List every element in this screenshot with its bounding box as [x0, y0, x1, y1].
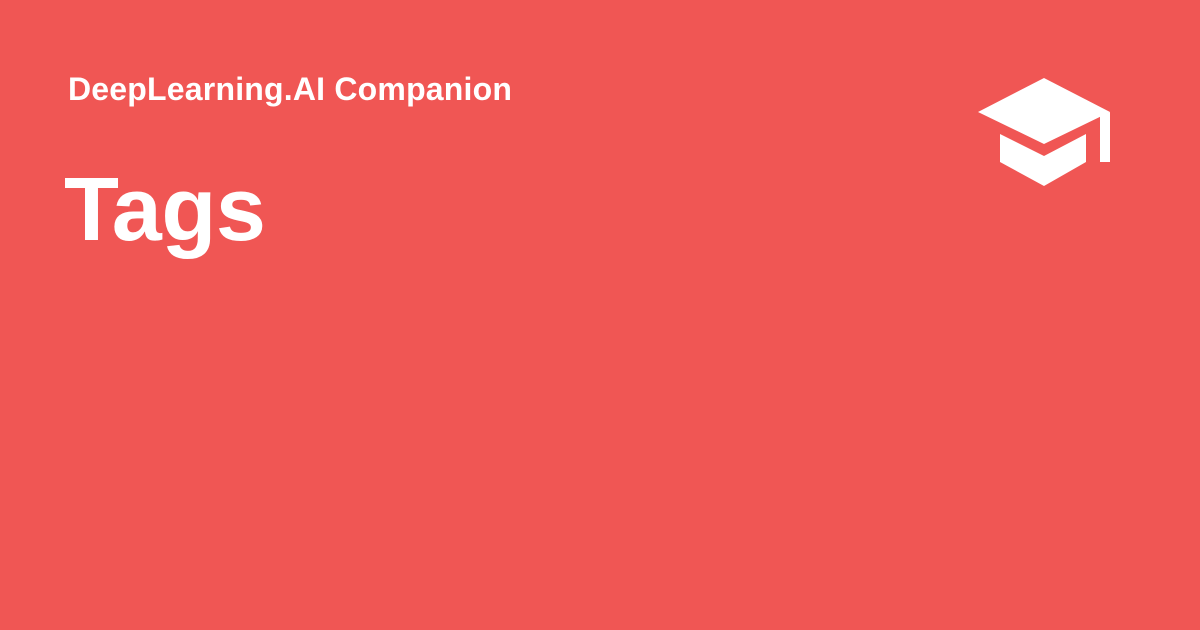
- graduation-cap-icon: [978, 78, 1110, 186]
- social-card: DeepLearning.AI Companion Tags: [0, 0, 1200, 630]
- page-title: Tags: [64, 160, 266, 260]
- site-name: DeepLearning.AI Companion: [68, 71, 513, 107]
